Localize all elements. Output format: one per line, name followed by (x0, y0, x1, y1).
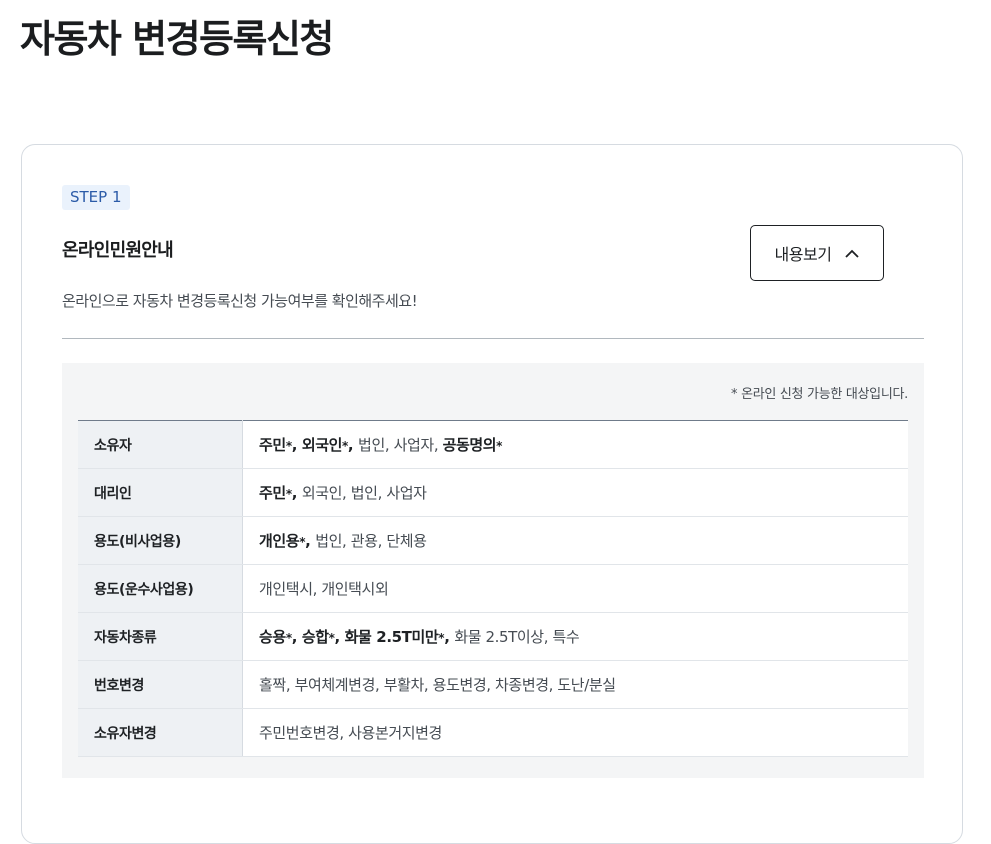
chevron-up-icon (845, 249, 860, 258)
table-row: 대리인 주민*, 외국인, 법인, 사업자 (78, 468, 908, 517)
table-row: 용도(비사업용) 개인용*, 법인, 관용, 단체용 (78, 516, 908, 565)
row-values: 승용*, 승합*, 화물 2.5T미만*, 화물 2.5T이상, 특수 (242, 612, 908, 661)
row-label: 소유자 (78, 420, 243, 469)
value-item: 부여체계변경 (294, 676, 376, 694)
view-content-button[interactable]: 내용보기 (750, 225, 884, 281)
step-card: STEP 1 온라인민원안내 내용보기 온라인으로 자동차 변경등록신청 가능여… (21, 144, 963, 844)
divider (62, 338, 924, 339)
value-item: 법인 (315, 532, 343, 550)
value-item: 차종변경 (495, 676, 549, 694)
online-available-mark: * (496, 439, 503, 453)
value-item: 관용 (350, 532, 378, 550)
row-label: 번호변경 (78, 660, 243, 709)
section-title: 온라인민원안내 (62, 240, 174, 261)
row-values: 개인택시, 개인택시외 (242, 564, 908, 613)
row-values: 주민*, 외국인, 법인, 사업자 (242, 468, 908, 517)
value-item: 사업자 (386, 484, 427, 502)
row-values: 주민번호변경, 사용본거지변경 (242, 708, 908, 757)
row-label: 대리인 (78, 468, 243, 517)
value-item: 화물 2.5T미만* (344, 628, 445, 646)
availability-table: 소유자 주민*, 외국인*, 법인, 사업자, 공동명의* 대리인 주민*, 외국인,… (78, 420, 908, 757)
value-item: 승합* (301, 628, 335, 646)
row-values: 주민*, 외국인*, 법인, 사업자, 공동명의* (242, 420, 908, 469)
value-item: 개인택시 (259, 580, 313, 598)
step-description: 온라인으로 자동차 변경등록신청 가능여부를 확인해주세요! (62, 292, 418, 310)
row-values: 개인용*, 법인, 관용, 단체용 (242, 516, 908, 565)
value-item: 개인용* (259, 532, 306, 550)
value-item: 홀짝 (259, 676, 286, 694)
page-title: 자동차 변경등록신청 (20, 17, 334, 61)
value-item: 승용* (259, 628, 292, 646)
table-row: 번호변경 홀짝, 부여체계변경, 부활차, 용도변경, 차종변경, 도난/분실 (78, 660, 908, 709)
online-availability-box: * 온라인 신청 가능한 대상입니다. 소유자 주민*, 외국인*, 법인, 사업… (62, 363, 924, 778)
value-item: 사용본거지변경 (348, 724, 442, 742)
row-label: 자동차종류 (78, 612, 243, 661)
value-item: 도난/분실 (557, 676, 616, 694)
value-item: 외국인 (301, 484, 343, 502)
value-item: 외국인* (301, 436, 348, 454)
value-item: 화물 2.5T이상 (454, 628, 544, 646)
value-item: 개인택시외 (321, 580, 389, 598)
value-item: 주민번호변경 (259, 724, 340, 742)
view-content-label: 내용보기 (774, 245, 832, 264)
value-item: 단체용 (386, 532, 427, 550)
value-item: 부활차 (383, 676, 425, 694)
value-item: 법인 (350, 484, 378, 502)
value-item: 주민* (259, 484, 292, 502)
value-item: 사업자 (393, 436, 435, 454)
table-row: 소유자변경 주민번호변경, 사용본거지변경 (78, 708, 908, 757)
row-label: 용도(비사업용) (78, 516, 243, 565)
value-item: 공동명의* (442, 436, 503, 454)
table-row: 자동차종류 승용*, 승합*, 화물 2.5T미만*, 화물 2.5T이상, 특수 (78, 612, 908, 661)
row-values: 홀짝, 부여체계변경, 부활차, 용도변경, 차종변경, 도난/분실 (242, 660, 908, 709)
value-item: 법인 (358, 436, 385, 454)
availability-note: * 온라인 신청 가능한 대상입니다. (731, 387, 908, 402)
table-row: 소유자 주민*, 외국인*, 법인, 사업자, 공동명의* (78, 420, 908, 469)
table-row: 용도(운수사업용) 개인택시, 개인택시외 (78, 564, 908, 613)
value-item: 주민* (259, 436, 292, 454)
value-item: 특수 (552, 628, 580, 646)
row-label: 용도(운수사업용) (78, 564, 243, 613)
value-item: 용도변경 (432, 676, 487, 694)
row-label: 소유자변경 (78, 708, 243, 757)
step-badge: STEP 1 (62, 185, 130, 210)
